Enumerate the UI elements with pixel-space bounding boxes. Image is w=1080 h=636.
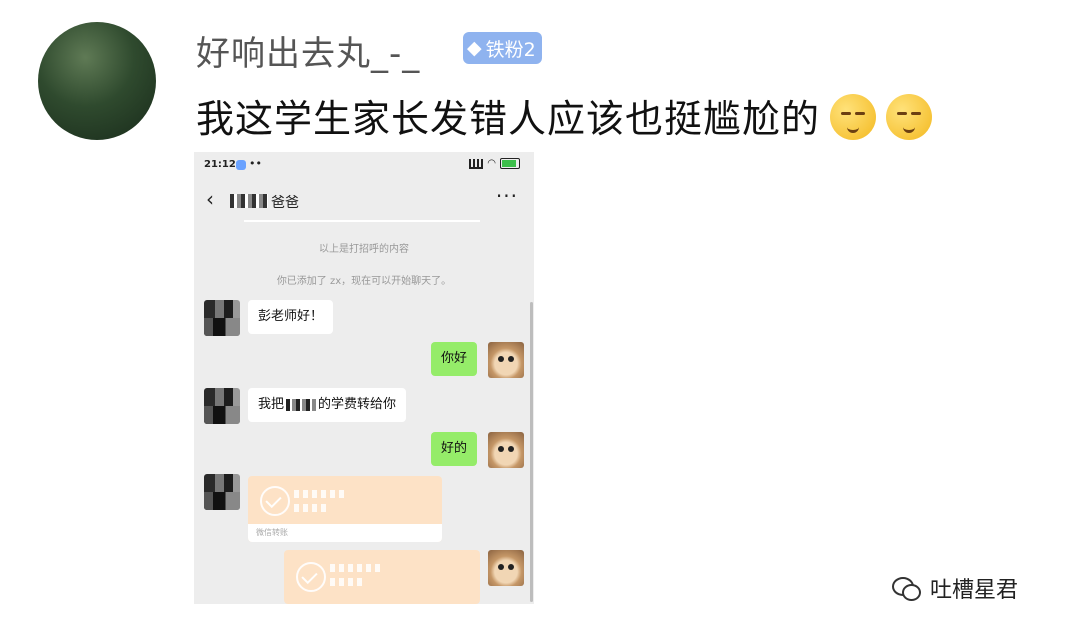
system-message: 以上是打招呼的内容 xyxy=(319,244,409,255)
transfer-amount-mosaic xyxy=(330,564,382,572)
message-text: 我把 xyxy=(258,397,285,412)
diamond-icon: ◆ xyxy=(467,37,482,59)
more-icon[interactable]: ··· xyxy=(496,184,518,208)
divider xyxy=(244,220,480,222)
post-text-content: 我这学生家长发错人应该也挺尴尬的 xyxy=(196,97,821,141)
wechat-icon xyxy=(892,575,922,601)
message-bubble-out[interactable]: 你好 xyxy=(431,342,478,376)
battery-icon xyxy=(500,158,520,169)
message-bubble-in[interactable]: 我把 的学费转给你 xyxy=(248,388,407,422)
scrollbar[interactable] xyxy=(530,302,533,602)
fan-badge-label: 铁粉2 xyxy=(485,38,536,61)
wifi-icon: ◠ xyxy=(487,158,496,169)
transfer-card[interactable] xyxy=(284,550,480,604)
message-bubble-in[interactable]: 彭老师好！ xyxy=(248,300,334,334)
transfer-footer: 微信转账 xyxy=(248,524,442,542)
contact-avatar[interactable] xyxy=(204,300,240,336)
message-bubble-out[interactable]: 好的 xyxy=(431,432,478,466)
app-notification-icon xyxy=(236,160,246,170)
transfer-note-mosaic xyxy=(294,504,330,512)
contact-avatar[interactable] xyxy=(204,474,240,510)
post-text: 我这学生家长发错人应该也挺尴尬的 xyxy=(196,88,933,143)
contact-avatar[interactable] xyxy=(204,388,240,424)
shush-face-icon xyxy=(830,94,877,140)
student-name-mosaic xyxy=(286,398,317,411)
shush-face-icon xyxy=(886,94,933,140)
status-indicators: ◠ xyxy=(469,158,520,169)
transfer-check-icon xyxy=(296,562,326,592)
status-dots: •• xyxy=(249,157,262,170)
fan-badge[interactable]: ◆ 铁粉2 xyxy=(463,32,542,64)
system-message: 你已添加了 zx，现在可以开始聊天了。 xyxy=(276,276,452,287)
chat-nav-bar: ‹ 爸爸 ··· xyxy=(194,182,534,218)
chat-title: 爸爸 xyxy=(271,195,299,211)
user-avatar[interactable] xyxy=(38,22,156,140)
username[interactable]: 好响出去丸_-_ xyxy=(196,26,420,75)
status-bar: 21:12 •• ◠ xyxy=(194,152,534,178)
signal-icon xyxy=(469,158,484,169)
chat-screenshot[interactable]: 21:12 •• ◠ ‹ 爸爸 ··· 以上是打招呼的内容 你已添加了 zx，现… xyxy=(194,152,534,604)
message-text: 的学费转给你 xyxy=(318,397,397,412)
watermark-text: 吐槽星君 xyxy=(930,578,1019,603)
self-avatar[interactable] xyxy=(488,550,524,586)
watermark: 吐槽星君 xyxy=(892,572,1018,604)
transfer-note-mosaic xyxy=(330,578,366,586)
status-time: 21:12 xyxy=(204,159,236,170)
self-avatar[interactable] xyxy=(488,342,524,378)
contact-name-mosaic xyxy=(230,194,268,208)
self-avatar[interactable] xyxy=(488,432,524,468)
back-icon[interactable]: ‹ xyxy=(206,187,214,211)
transfer-card[interactable]: 微信转账 xyxy=(248,476,442,542)
transfer-amount-mosaic xyxy=(294,490,348,498)
transfer-check-icon xyxy=(260,486,290,516)
